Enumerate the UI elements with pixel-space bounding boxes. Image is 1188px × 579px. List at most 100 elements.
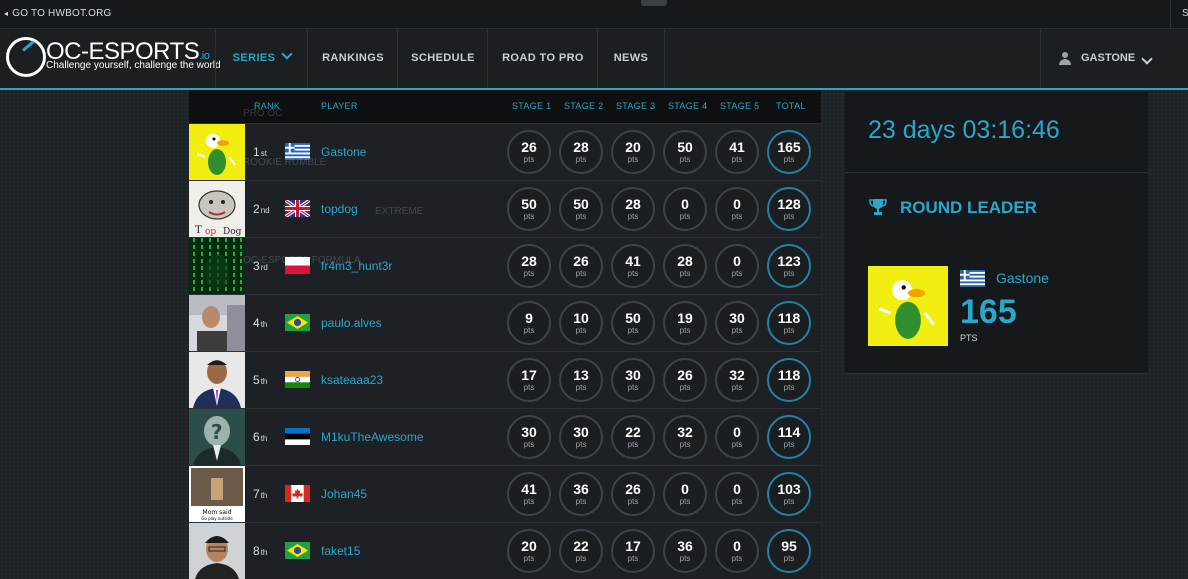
header-player: PLAYER (321, 101, 358, 111)
chevron-down-icon (1141, 53, 1153, 65)
stage-4-score: 0 pts (663, 472, 707, 516)
photo-icon[interactable] (189, 523, 245, 579)
total-score: 95 pts (767, 529, 811, 573)
stage-1-score: 20 pts (507, 529, 551, 573)
flag-greece-icon (960, 270, 985, 287)
duck-icon (868, 266, 948, 346)
trophy-icon (869, 199, 887, 215)
matrix-icon[interactable] (189, 238, 245, 294)
table-row[interactable]: 5th ksateaaa23 17 pts 13 pts 30 pts 26 pts 32 pts 11… (189, 351, 821, 408)
stage-5-score: 0 pts (715, 415, 759, 459)
stage-1-score: 30 pts (507, 415, 551, 459)
table-row[interactable]: Top Dog 2nd topdog 50 pts 50 pts 28 pts 0 pts 0 pts 12… (189, 180, 821, 237)
hwbot-link-label: GO TO HWBOT.ORG (12, 8, 112, 19)
dropdown-handle[interactable] (641, 0, 667, 6)
total-score: 128 pts (767, 187, 811, 231)
rank-label: 3rd (253, 259, 268, 273)
stage-2-score: 30 pts (559, 415, 603, 459)
stage-4-score: 36 pts (663, 529, 707, 573)
rank-label: 8th (253, 544, 268, 558)
table-row[interactable]: 8th faket15 20 pts 22 pts 17 pts 36 pts 0 pts 95 pts (189, 522, 821, 579)
header-total: TOTAL (776, 101, 806, 111)
top-right-link[interactable]: S (1182, 8, 1188, 19)
total-score: 103 pts (767, 472, 811, 516)
flag-poland-icon (285, 257, 310, 274)
player-name-link[interactable]: ksateaaa23 (321, 373, 383, 387)
player-name-link[interactable]: topdog (321, 202, 358, 216)
user-name: GASTONE (1081, 52, 1136, 64)
photo-icon[interactable] (189, 352, 245, 408)
player-name-link[interactable]: paulo.alves (321, 316, 382, 330)
user-icon (1059, 52, 1071, 65)
svg-text:?: ? (211, 420, 223, 444)
stage-2-score: 26 pts (559, 244, 603, 288)
stage-3-score: 50 pts (611, 301, 655, 345)
table-row[interactable]: 3rd fr4m3_hunt3r 28 pts 26 pts 41 pts 28 pts 0 pts 1… (189, 237, 821, 294)
nav-news[interactable]: NEWS (597, 29, 665, 88)
hwbot-link[interactable]: ◂ GO TO HWBOT.ORG (4, 8, 112, 19)
stage-5-score: 32 pts (715, 358, 759, 402)
brand-tagline: Challenge yourself, challenge the world (46, 60, 221, 71)
stage-5-score: 0 pts (715, 529, 759, 573)
nav-rankings[interactable]: RANKINGS (307, 29, 398, 88)
user-menu[interactable]: GASTONE (1040, 29, 1188, 88)
flag-uk-icon (285, 200, 310, 217)
table-row[interactable]: Mom said Go play outside 7th Johan45 41 pts 36… (189, 465, 821, 522)
player-name-link[interactable]: fr4m3_hunt3r (321, 259, 392, 273)
leader-avatar[interactable] (868, 266, 948, 346)
header-stage-2: STAGE 2 (564, 101, 604, 111)
stage-3-score: 41 pts (611, 244, 655, 288)
player-name-link[interactable]: M1kuTheAwesome (321, 430, 424, 444)
speedometer-logo-icon[interactable] (6, 37, 46, 77)
total-score: 118 pts (767, 301, 811, 345)
photo-icon[interactable]: Mom said Go play outside (189, 466, 245, 522)
leader-name[interactable]: Gastone (996, 270, 1049, 286)
player-name-link[interactable]: faket15 (321, 544, 360, 558)
player-name-link[interactable]: Johan45 (321, 487, 367, 501)
stage-2-score: 50 pts (559, 187, 603, 231)
stage-1-score: 28 pts (507, 244, 551, 288)
stage-5-score: 30 pts (715, 301, 759, 345)
rank-label: 5th (253, 373, 268, 387)
main-nav: OC-ESPORTS.io Challenge yourself, challe… (0, 29, 1188, 90)
svg-text:op: op (205, 227, 216, 237)
table-row[interactable]: 4th paulo.alves 9 pts 10 pts 50 pts 19 pts 30 pts 11… (189, 294, 821, 351)
stage-4-score: 32 pts (663, 415, 707, 459)
duck-icon[interactable] (189, 124, 245, 180)
question-icon[interactable]: ? (189, 409, 245, 465)
stage-5-score: 41 pts (715, 130, 759, 174)
stage-2-score: 10 pts (559, 301, 603, 345)
stage-4-score: 0 pts (663, 187, 707, 231)
stage-2-score: 28 pts (559, 130, 603, 174)
player-name-link[interactable]: Gastone (321, 145, 366, 159)
header-stage-3: STAGE 3 (616, 101, 656, 111)
bulldog-icon[interactable]: Top Dog (189, 181, 245, 237)
stage-1-score: 50 pts (507, 187, 551, 231)
flag-india-icon (285, 371, 310, 388)
stage-5-score: 0 pts (715, 472, 759, 516)
svg-text:T: T (195, 225, 202, 236)
stage-5-score: 0 pts (715, 187, 759, 231)
rank-label: 2nd (253, 202, 270, 216)
countdown-timer: 23 days 03:16:46 (868, 116, 1060, 144)
header-stage-5: STAGE 5 (720, 101, 760, 111)
stage-4-score: 28 pts (663, 244, 707, 288)
nav-schedule[interactable]: SCHEDULE (397, 29, 488, 88)
stage-3-score: 30 pts (611, 358, 655, 402)
top-bar: ◂ GO TO HWBOT.ORG S (0, 0, 1188, 29)
stage-1-score: 17 pts (507, 358, 551, 402)
total-score: 114 pts (767, 415, 811, 459)
flag-canada-icon (285, 485, 310, 502)
stage-4-score: 26 pts (663, 358, 707, 402)
header-rank: RANK (254, 101, 281, 111)
nav-road-to-pro[interactable]: ROAD TO PRO (487, 29, 598, 88)
stage-2-score: 22 pts (559, 529, 603, 573)
photo-icon[interactable] (189, 295, 245, 351)
nav-series[interactable]: SERIES (215, 29, 308, 88)
rank-label: 7th (253, 487, 268, 501)
table-row[interactable]: 1st Gastone 26 pts 28 pts 20 pts 50 pts 41 pts 165 pt… (189, 123, 821, 180)
table-row[interactable]: ? 6th M1kuTheAwesome 30 pts 30 pts 22 pts 32 pts 0 p… (189, 408, 821, 465)
chevron-left-icon: ◂ (4, 9, 9, 18)
stage-3-score: 28 pts (611, 187, 655, 231)
header-stage-4: STAGE 4 (668, 101, 708, 111)
